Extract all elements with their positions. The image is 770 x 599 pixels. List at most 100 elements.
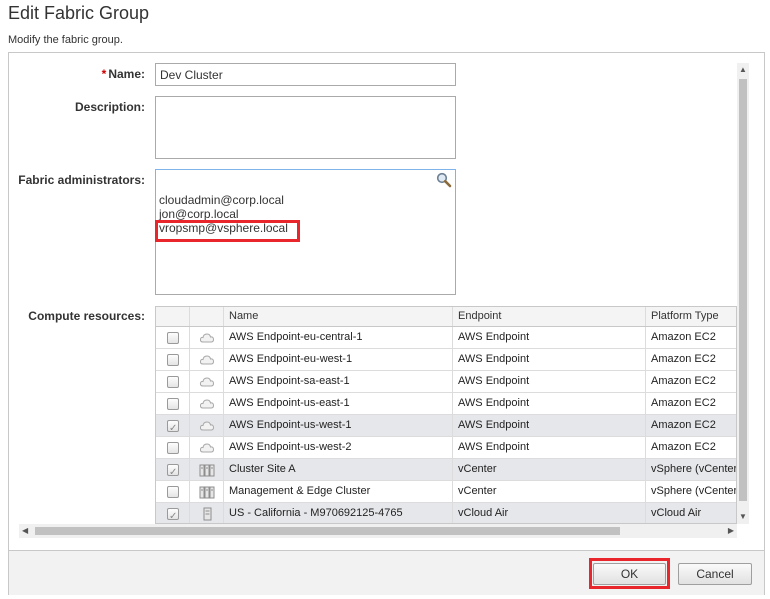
row-icon-cell — [190, 327, 224, 348]
row-endpoint: vCenter — [453, 481, 646, 502]
row-name: AWS Endpoint-eu-central-1 — [224, 327, 453, 348]
row-name: US - California - M970692125-4765 — [224, 503, 453, 523]
cloud-icon — [199, 441, 215, 455]
row-name: AWS Endpoint-sa-east-1 — [224, 371, 453, 392]
column-header-endpoint[interactable]: Endpoint — [453, 307, 646, 326]
cloud-icon — [199, 375, 215, 389]
admin-highlight-box — [155, 220, 300, 242]
row-checkbox[interactable] — [167, 398, 179, 410]
row-icon-cell — [190, 393, 224, 414]
row-endpoint: vCenter — [453, 459, 646, 480]
scroll-up-arrow-icon[interactable]: ▲ — [739, 65, 747, 75]
row-checkbox[interactable] — [167, 506, 179, 523]
row-checkbox[interactable] — [167, 332, 179, 344]
cluster-icon — [199, 463, 215, 477]
row-checkbox[interactable] — [167, 418, 179, 436]
row-platform-type: Amazon EC2 — [651, 353, 716, 365]
row-platform-type: Amazon EC2 — [651, 441, 716, 453]
row-platform-type: vSphere (vCenter) — [651, 463, 737, 475]
ok-highlight-box — [589, 558, 670, 589]
scroll-down-arrow-icon[interactable]: ▼ — [739, 512, 747, 522]
page-subtitle: Modify the fabric group. — [8, 34, 123, 46]
row-icon-cell — [190, 503, 224, 523]
table-row[interactable]: AWS Endpoint-eu-central-1 AWS Endpoint Ama… — [156, 327, 736, 349]
row-icon-cell — [190, 415, 224, 436]
required-marker: * — [101, 67, 107, 81]
row-endpoint: AWS Endpoint — [453, 327, 646, 348]
horizontal-scrollbar[interactable]: ◀ ▶ — [19, 524, 737, 538]
row-checkbox-cell — [156, 437, 190, 458]
row-endpoint: AWS Endpoint — [453, 393, 646, 414]
row-checkbox[interactable] — [167, 354, 179, 366]
scroll-right-arrow-icon[interactable]: ▶ — [728, 526, 734, 536]
row-endpoint: vCloud Air — [453, 503, 646, 523]
vcloud-air-icon — [199, 507, 215, 521]
page-title: Edit Fabric Group — [8, 3, 150, 23]
row-icon-cell — [190, 349, 224, 370]
row-endpoint: AWS Endpoint — [453, 371, 646, 392]
row-icon-cell — [190, 371, 224, 392]
header-icon-cell — [190, 307, 224, 326]
table-header-row: Name Endpoint Platform Type — [156, 307, 736, 327]
row-platform-type: Amazon EC2 — [651, 419, 716, 431]
row-checkbox[interactable] — [167, 376, 179, 388]
fabric-admin-item[interactable]: cloudadmin@corp.local — [159, 193, 452, 207]
row-platform-type: vSphere (vCenter) — [651, 485, 737, 497]
table-row[interactable]: US - California - M970692125-4765vCloud … — [156, 503, 736, 523]
row-endpoint: AWS Endpoint — [453, 349, 646, 370]
table-row[interactable]: AWS Endpoint-us-west-2 AWS Endpoint Amazon… — [156, 437, 736, 459]
row-name: Management & Edge Cluster — [224, 481, 453, 502]
vertical-scroll-thumb[interactable] — [739, 79, 747, 501]
row-checkbox-cell — [156, 371, 190, 392]
row-checkbox-cell — [156, 503, 190, 523]
name-input[interactable] — [155, 63, 456, 86]
header-checkbox-cell — [156, 307, 190, 326]
row-checkbox-cell — [156, 327, 190, 348]
fabric-admin-item[interactable]: jon@corp.local — [159, 207, 452, 221]
row-icon-cell — [190, 481, 224, 502]
cluster-icon — [199, 485, 215, 499]
compute-resources-label: Compute resources: — [28, 309, 145, 323]
row-checkbox[interactable] — [167, 462, 179, 480]
dialog-footer: OK Cancel — [9, 550, 764, 595]
cloud-icon — [199, 331, 215, 345]
cloud-icon — [199, 419, 215, 433]
column-header-platform-type[interactable]: Platform Type — [646, 307, 736, 326]
name-label: * Name: — [9, 67, 145, 81]
row-name: AWS Endpoint-eu-west-1 — [224, 349, 453, 370]
table-row[interactable]: Management & Edge Cluster vCenter vSphere … — [156, 481, 737, 503]
row-checkbox-cell — [156, 481, 190, 502]
table-row[interactable]: AWS Endpoint-eu-west-1 AWS Endpoint Amazon… — [156, 349, 736, 371]
table-row[interactable]: Cluster Site AvCenter vSphere (vCenter) — [156, 459, 737, 481]
table-row[interactable]: AWS Endpoint-us-east-1 AWS Endpoint Amazon… — [156, 393, 736, 415]
fabric-admins-search-input[interactable] — [155, 169, 456, 192]
row-name: AWS Endpoint-us-west-2 — [224, 437, 453, 458]
row-name: Cluster Site A — [224, 459, 453, 480]
description-textarea[interactable] — [155, 96, 456, 159]
description-label: Description: — [74, 100, 145, 114]
fabric-admins-label: Fabric administrators: — [18, 173, 145, 187]
cancel-button[interactable]: Cancel — [678, 563, 752, 585]
fabric-admins-list: cloudadmin@corp.local jon@corp.local vro… — [155, 191, 456, 295]
row-name: AWS Endpoint-us-west-1 — [224, 415, 453, 436]
row-checkbox[interactable] — [167, 486, 179, 498]
row-checkbox-cell — [156, 349, 190, 370]
cloud-icon — [199, 397, 215, 411]
row-icon-cell — [190, 459, 224, 480]
column-header-name[interactable]: Name — [224, 307, 453, 326]
cloud-icon — [199, 353, 215, 367]
compute-resources-table: Name Endpoint Platform Type AWS Endpoint… — [155, 306, 737, 524]
row-endpoint: AWS Endpoint — [453, 437, 646, 458]
scroll-left-arrow-icon[interactable]: ◀ — [22, 526, 28, 536]
horizontal-scroll-thumb[interactable] — [35, 527, 620, 535]
name-label-text: Name: — [108, 67, 145, 81]
table-row[interactable]: AWS Endpoint-us-west-1AWS Endpoint Amazon… — [156, 415, 736, 437]
row-checkbox[interactable] — [167, 442, 179, 454]
dialog-panel: *Name: Description: Fabric administrator… — [8, 52, 765, 595]
search-icon[interactable] — [436, 172, 452, 188]
row-platform-type: Amazon EC2 — [651, 375, 716, 387]
row-icon-cell — [190, 437, 224, 458]
vertical-scrollbar[interactable]: ▲ ▼ — [737, 63, 749, 524]
form-area: *Name: Description: Fabric administrator… — [9, 53, 749, 542]
table-row[interactable]: AWS Endpoint-sa-east-1 AWS Endpoint Amazon… — [156, 371, 736, 393]
